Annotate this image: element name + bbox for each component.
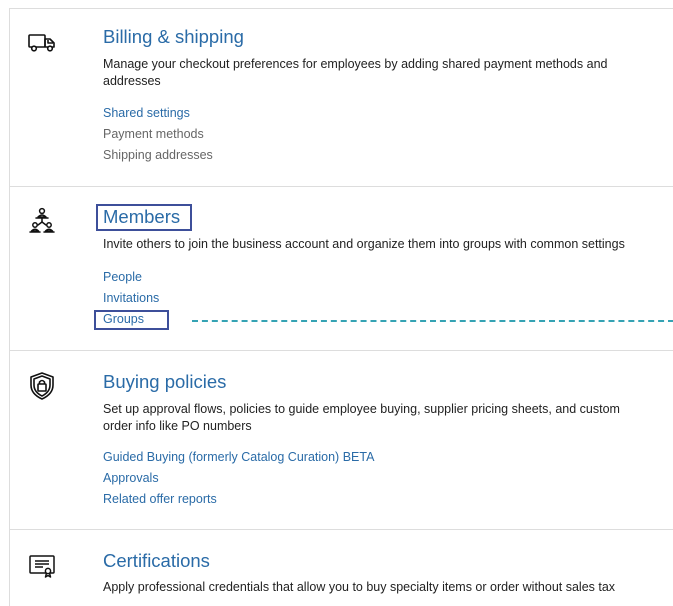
payment-methods-link[interactable]: Payment methods xyxy=(103,126,204,143)
section-divider xyxy=(10,186,673,187)
people-network-icon xyxy=(27,206,57,236)
shield-lock-icon xyxy=(27,371,57,401)
certifications-description: Apply professional credentials that allo… xyxy=(103,580,616,594)
certifications-title[interactable]: Certifications xyxy=(103,550,210,572)
billing-shipping-description: Manage your checkout preferences for emp… xyxy=(103,57,608,88)
buying-policies-title[interactable]: Buying policies xyxy=(103,371,226,393)
section-divider xyxy=(10,350,673,351)
delivery-truck-icon xyxy=(27,27,57,57)
people-link[interactable]: People xyxy=(103,269,142,286)
related-offer-reports-link[interactable]: Related offer reports xyxy=(103,491,217,508)
groups-highlight-box xyxy=(94,310,169,330)
approvals-link[interactable]: Approvals xyxy=(103,470,159,487)
members-description: Invite others to join the business accou… xyxy=(103,237,625,251)
members-highlight-box xyxy=(96,204,192,231)
guided-buying-link[interactable]: Guided Buying (formerly Catalog Curation… xyxy=(103,449,374,466)
business-settings-panel: Billing & shipping Manage your checkout … xyxy=(9,8,673,606)
section-divider xyxy=(10,529,673,530)
dashed-connector-line xyxy=(192,320,673,322)
shared-settings-link[interactable]: Shared settings xyxy=(103,105,190,122)
billing-shipping-title[interactable]: Billing & shipping xyxy=(103,26,244,48)
invitations-link[interactable]: Invitations xyxy=(103,290,159,307)
buying-policies-description: Set up approval flows, policies to guide… xyxy=(103,402,620,433)
shipping-addresses-link[interactable]: Shipping addresses xyxy=(103,147,213,164)
certificate-icon xyxy=(27,550,57,580)
